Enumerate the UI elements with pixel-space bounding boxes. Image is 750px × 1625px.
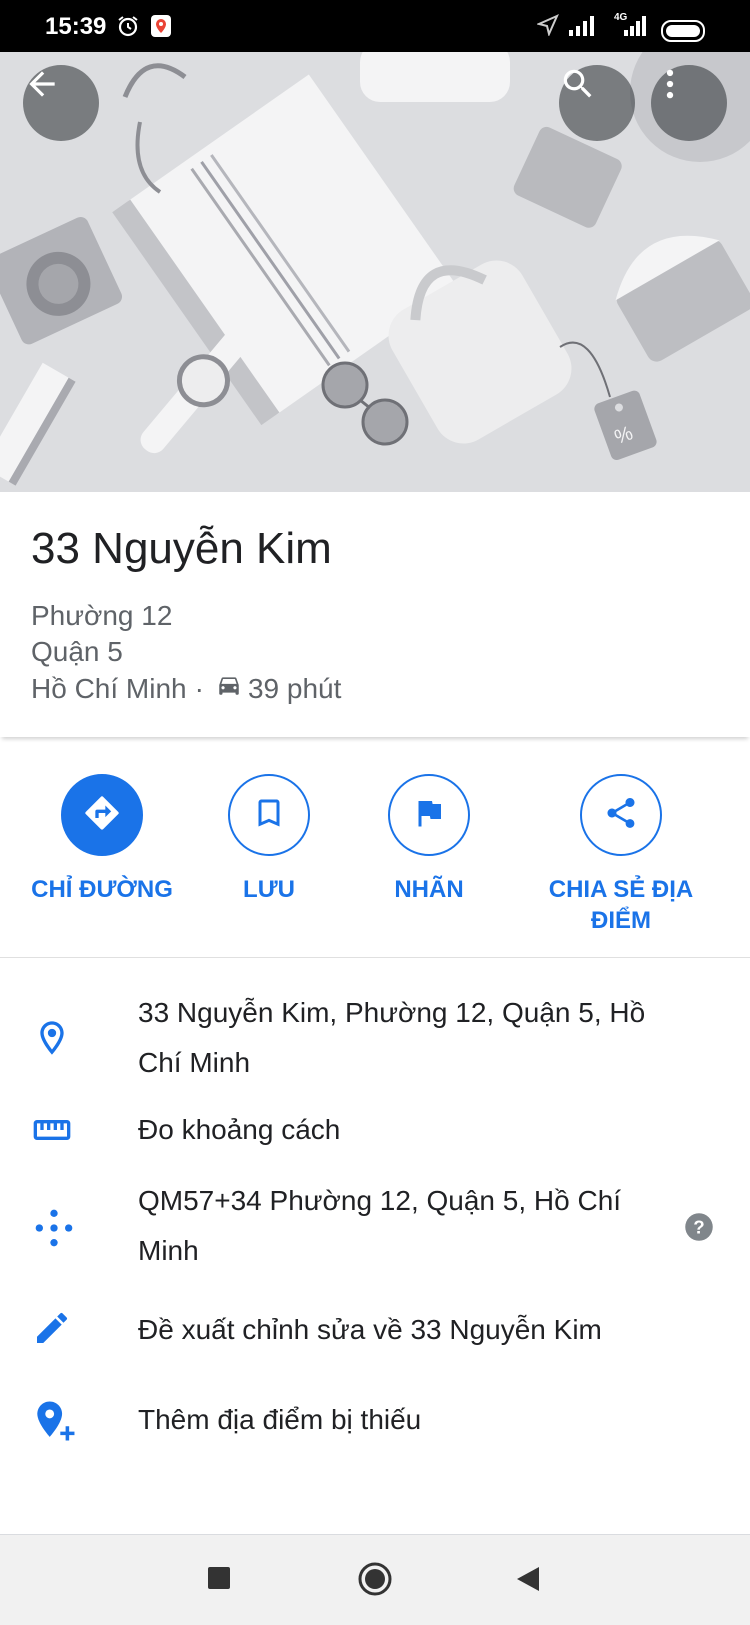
full-address-line2: Chí Minh <box>138 1047 251 1078</box>
battery-icon <box>661 20 709 47</box>
svg-text:?: ? <box>693 1216 704 1237</box>
measure-distance-row[interactable]: Đo khoảng cách <box>0 1100 750 1160</box>
bookmark-icon <box>251 795 287 836</box>
label-button[interactable]: NHÃN <box>329 774 529 905</box>
plus-code-line2: Minh <box>138 1235 199 1266</box>
back-button[interactable] <box>23 65 99 141</box>
4g-signal-icon: 4G <box>612 10 652 43</box>
recents-square-icon[interactable] <box>208 1567 230 1594</box>
location-arrow-icon <box>535 14 559 41</box>
location-pin-icon <box>32 1016 72 1065</box>
add-missing-place-row[interactable]: Thêm địa điểm bị thiếu <box>0 1390 750 1450</box>
search-button[interactable] <box>559 65 635 141</box>
action-buttons-row: CHỈ ĐƯỜNG LƯU NHÃN CHIA SẺ ĐỊA ĐIỂM <box>0 760 750 958</box>
status-bar: 15:39 4G <box>0 0 750 52</box>
add-missing-place-text: Thêm địa điểm bị thiếu <box>138 1404 422 1435</box>
travel-time: 39 phút <box>247 672 342 704</box>
share-label: CHIA SẺ ĐỊA ĐIỂM <box>549 874 693 936</box>
suggest-edit-text: Đề xuất chỉnh sửa về 33 Nguyễn Kim <box>138 1314 602 1345</box>
place-header: 33 Nguyễn Kim Phường 12 Quận 5 Hồ Chí Mi… <box>0 492 750 737</box>
add-location-icon <box>32 1398 78 1449</box>
plus-code-line1: QM57+34 Phường 12, Quận 5, Hồ Chí <box>138 1185 622 1216</box>
edit-pencil-icon <box>32 1308 72 1353</box>
alarm-icon <box>116 14 140 43</box>
suggest-edit-row[interactable]: Đề xuất chỉnh sửa về 33 Nguyễn Kim <box>0 1300 750 1360</box>
svg-text:4G: 4G <box>614 12 628 23</box>
car-icon <box>216 672 242 705</box>
ruler-icon <box>32 1110 72 1155</box>
plus-code-text: QM57+34 Phường 12, Quận 5, Hồ Chí Minh <box>138 1176 678 1276</box>
directions-button-circle[interactable] <box>61 774 143 856</box>
signal-icon <box>568 14 598 41</box>
status-time: 15:39 <box>45 13 107 40</box>
maps-notification-icon <box>150 14 172 43</box>
system-navigation-bar <box>0 1535 750 1625</box>
share-label-line1: CHIA SẺ ĐỊA <box>548 876 694 903</box>
separator-dot: · <box>194 672 204 704</box>
share-icon <box>603 795 639 836</box>
address-ward: Phường 12 <box>31 600 173 631</box>
address-city-travel: Hồ Chí Minh · 39 phút <box>31 672 341 705</box>
share-label-line2: ĐIỂM <box>591 907 651 934</box>
share-button-circle[interactable] <box>580 774 662 856</box>
save-label: LƯU <box>243 876 295 903</box>
directions-label: CHỈ ĐƯỜNG <box>31 876 173 903</box>
full-address-text: 33 Nguyễn Kim, Phường 12, Quận 5, Hồ Chí… <box>138 988 678 1088</box>
label-label: NHÃN <box>394 876 464 903</box>
directions-icon <box>82 793 122 838</box>
address-city: Hồ Chí Minh <box>31 672 187 704</box>
full-address-line1: 33 Nguyễn Kim, Phường 12, Quận 5, Hồ <box>138 997 646 1028</box>
flag-icon <box>411 795 447 836</box>
place-title: 33 Nguyễn Kim <box>31 524 332 573</box>
measure-distance-text: Đo khoảng cách <box>138 1114 341 1145</box>
address-row[interactable]: 33 Nguyễn Kim, Phường 12, Quận 5, Hồ Chí… <box>0 988 750 1098</box>
help-icon[interactable]: ? <box>684 1212 714 1247</box>
plus-code-icon <box>32 1206 76 1255</box>
address-district: Quận 5 <box>31 636 123 667</box>
save-button-circle[interactable] <box>228 774 310 856</box>
more-options-button[interactable] <box>651 65 727 141</box>
back-triangle-icon[interactable] <box>515 1565 541 1598</box>
home-circle-icon[interactable] <box>357 1561 393 1602</box>
plus-code-row[interactable]: QM57+34 Phường 12, Quận 5, Hồ Chí Minh ? <box>0 1176 750 1286</box>
share-button[interactable]: CHIA SẺ ĐỊA ĐIỂM <box>521 774 721 936</box>
place-hero-illustration: % <box>0 52 750 492</box>
label-button-circle[interactable] <box>388 774 470 856</box>
